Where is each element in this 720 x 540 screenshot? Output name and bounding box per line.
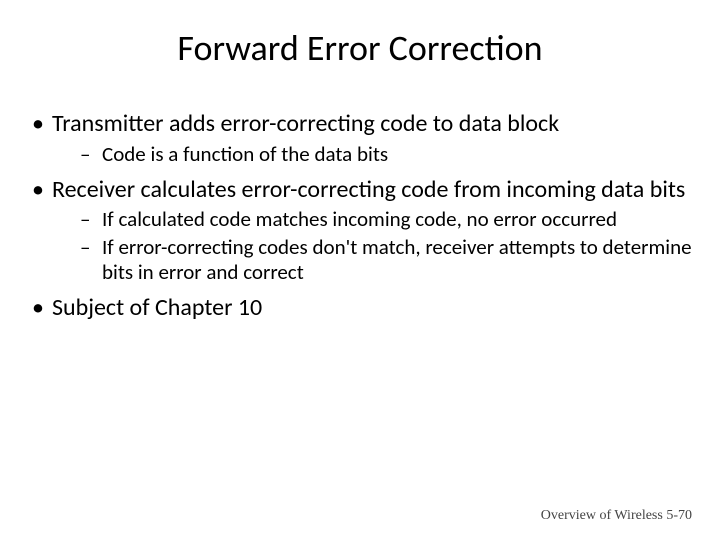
bullet-item: Transmitter adds error-correcting code t… (28, 110, 692, 166)
sub-bullet-list: Code is a function of the data bits (52, 142, 692, 166)
sub-bullet-item: If error-correcting codes don't match, r… (52, 235, 692, 283)
sub-bullet-item: Code is a function of the data bits (52, 142, 692, 166)
sub-bullet-text: If calculated code matches incoming code… (102, 206, 617, 232)
bullet-text: Receiver calculates error-correcting cod… (52, 175, 685, 204)
bullet-text: Subject of Chapter 10 (52, 293, 262, 322)
sub-bullet-text: Code is a function of the data bits (102, 141, 388, 167)
sub-bullet-text: If error-correcting codes don't match, r… (102, 234, 692, 284)
bullet-text: Transmitter adds error-correcting code t… (52, 109, 559, 138)
sub-bullet-item: If calculated code matches incoming code… (52, 207, 692, 231)
bullet-item: Subject of Chapter 10 (28, 294, 692, 322)
slide: Forward Error Correction Transmitter add… (0, 0, 720, 540)
bullet-item: Receiver calculates error-correcting cod… (28, 176, 692, 284)
slide-footer: Overview of Wireless 5-70 (541, 508, 692, 524)
bullet-list: Transmitter adds error-correcting code t… (28, 110, 692, 321)
slide-title: Forward Error Correction (28, 26, 692, 70)
sub-bullet-list: If calculated code matches incoming code… (52, 207, 692, 283)
